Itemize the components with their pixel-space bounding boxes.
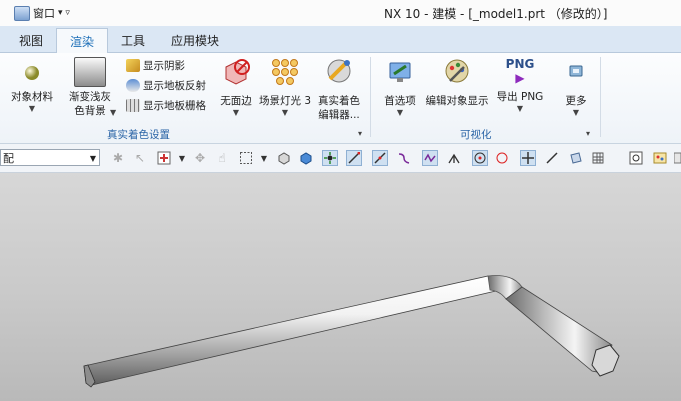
selection-filter-combo[interactable]: 配 ▼ [0,149,100,166]
preferences-button[interactable]: 首选项 ▼ [378,57,422,118]
fit-view-icon[interactable] [628,150,644,166]
curve-point-icon[interactable] [396,150,412,166]
selection-filter-value: 配 [3,152,14,165]
end-point-icon[interactable] [346,150,362,166]
png-badge-text: PNG [505,57,535,71]
intersection-icon[interactable] [446,150,462,166]
show-floor-grid-button[interactable]: 显示地板栅格 [126,98,206,113]
material-sphere-icon [25,66,39,80]
group-separator [600,57,601,137]
gradient-background-label-1: 渐变浅灰 [69,91,111,103]
chevron-down-icon[interactable]: ▼ [90,150,96,167]
chevron-down-icon[interactable]: ▼ [256,150,272,166]
scene-lights-button[interactable]: 场景灯光 3 ▼ [258,57,312,118]
no-edges-cube-icon [225,59,250,85]
hex-key-model[interactable] [0,173,681,401]
export-png-label: 导出 PNG [496,91,544,103]
snap-points-icon[interactable] [322,150,338,166]
quick-access[interactable]: 窗口 ▾ ▿ [14,5,70,21]
selection-toolbar: 配 ▼ ✱ ↖ ▼ ✥ ☝ ▼ [0,144,681,173]
show-floor-grid-label: 显示地板栅格 [143,100,206,112]
tab-render[interactable]: 渲染 [56,28,109,55]
preferences-label: 首选项 [384,95,416,107]
show-shadow-label: 显示阴影 [143,60,185,72]
more-icon [569,65,583,77]
mid-point-icon[interactable] [372,150,388,166]
chevron-down-icon[interactable]: ▼ [174,150,190,166]
solid-body-icon[interactable] [276,150,292,166]
edit-object-display-label: 编辑对象显示 [425,95,489,107]
chevron-down-icon[interactable]: ▼ [378,108,422,118]
chevron-down-icon[interactable]: ▼ [258,108,312,118]
floor-grid-icon [126,99,140,112]
gradient-dropdown-icon[interactable]: ▼ [110,108,116,118]
group-label-true-shading: 真实着色设置 [107,129,170,141]
select-arrow-icon[interactable]: ↖ [132,150,148,166]
shadow-icon [126,59,140,72]
group-expand-icon[interactable]: ▾ [358,129,362,139]
object-material-button[interactable]: 对象材料 ▼ [6,61,58,114]
chevron-down-icon[interactable]: ▼ [6,104,58,114]
show-floor-reflection-button[interactable]: 显示地板反射 [126,78,206,93]
snap-gear-icon[interactable]: ✱ [110,150,126,166]
window-title: NX 10 - 建模 - [_model1.prt （修改的）] [384,7,608,21]
pick-tool-icon[interactable]: ☝ [214,150,230,166]
edit-display-icon [445,59,469,83]
move-handle-icon[interactable]: ✥ [192,150,208,166]
window-menu-label[interactable]: 窗口 [33,5,55,21]
group-expand-icon[interactable]: ▾ [586,129,590,139]
title-bar: 窗口 ▾ ▿ NX 10 - 建模 - [_model1.prt （修改的）] [0,0,681,27]
bounded-grid-icon[interactable] [590,150,606,166]
render-style-icon[interactable] [652,150,668,166]
existing-point-icon[interactable] [520,150,536,166]
ribbon-tab-bar: 视图 渲染 工具 应用模块 [0,26,681,55]
point-on-face-icon[interactable] [568,150,584,166]
tab-application[interactable]: 应用模块 [158,26,232,52]
tab-view[interactable]: 视图 [6,26,56,52]
preferences-monitor-icon [389,62,411,82]
edit-object-display-button[interactable]: 编辑对象显示 [424,57,490,108]
png-export-icon: PNG ▶ [505,57,535,85]
view-menu-icon[interactable] [674,150,681,166]
export-png-button[interactable]: PNG ▶ 导出 PNG ▼ [494,57,546,114]
object-material-label: 对象材料 [11,91,53,103]
point-on-curve-icon[interactable] [544,150,560,166]
quick-access-dropdown-icon[interactable]: ▾ ▿ [58,8,70,18]
true-shading-editor-button[interactable]: 真实着色 编辑器... [314,57,364,122]
shading-editor-icon [327,59,351,83]
more-label: 更多 [565,95,587,107]
ribbon-panel: 对象材料 ▼ 渐变浅灰 色背景 ▼ 显示阴影 显示地板反射 显示地板栅格 无面边… [0,53,681,144]
chevron-down-icon[interactable]: ▼ [556,108,596,118]
add-select-icon[interactable] [156,150,172,166]
true-shading-editor-label-2: 编辑器... [318,109,360,121]
window-icon [14,5,30,21]
quadrant-point-icon[interactable] [494,150,510,166]
chevron-down-icon[interactable]: ▼ [494,104,546,114]
no-face-edges-label: 无面边 [220,95,252,107]
tab-tools[interactable]: 工具 [108,26,158,52]
show-shadow-button[interactable]: 显示阴影 [126,58,185,73]
group-label-visualization: 可视化 [460,129,492,141]
arc-center-icon[interactable] [472,150,488,166]
reflection-figure-icon [126,79,140,92]
true-shading-editor-label-1: 真实着色 [318,95,360,107]
gradient-background-icon [74,57,106,87]
group-separator [370,57,371,137]
scene-lights-label: 场景灯光 3 [258,95,312,107]
control-point-icon[interactable] [422,150,438,166]
chevron-down-icon[interactable]: ▼ [214,108,258,118]
scene-lights-icon [272,59,298,85]
graphics-viewport[interactable] [0,173,681,401]
no-face-edges-button[interactable]: 无面边 ▼ [214,57,258,118]
more-button[interactable]: 更多 ▼ [556,57,596,118]
cube-icon[interactable] [298,150,314,166]
show-floor-reflection-label: 显示地板反射 [143,80,206,92]
box-select-icon[interactable] [238,150,254,166]
